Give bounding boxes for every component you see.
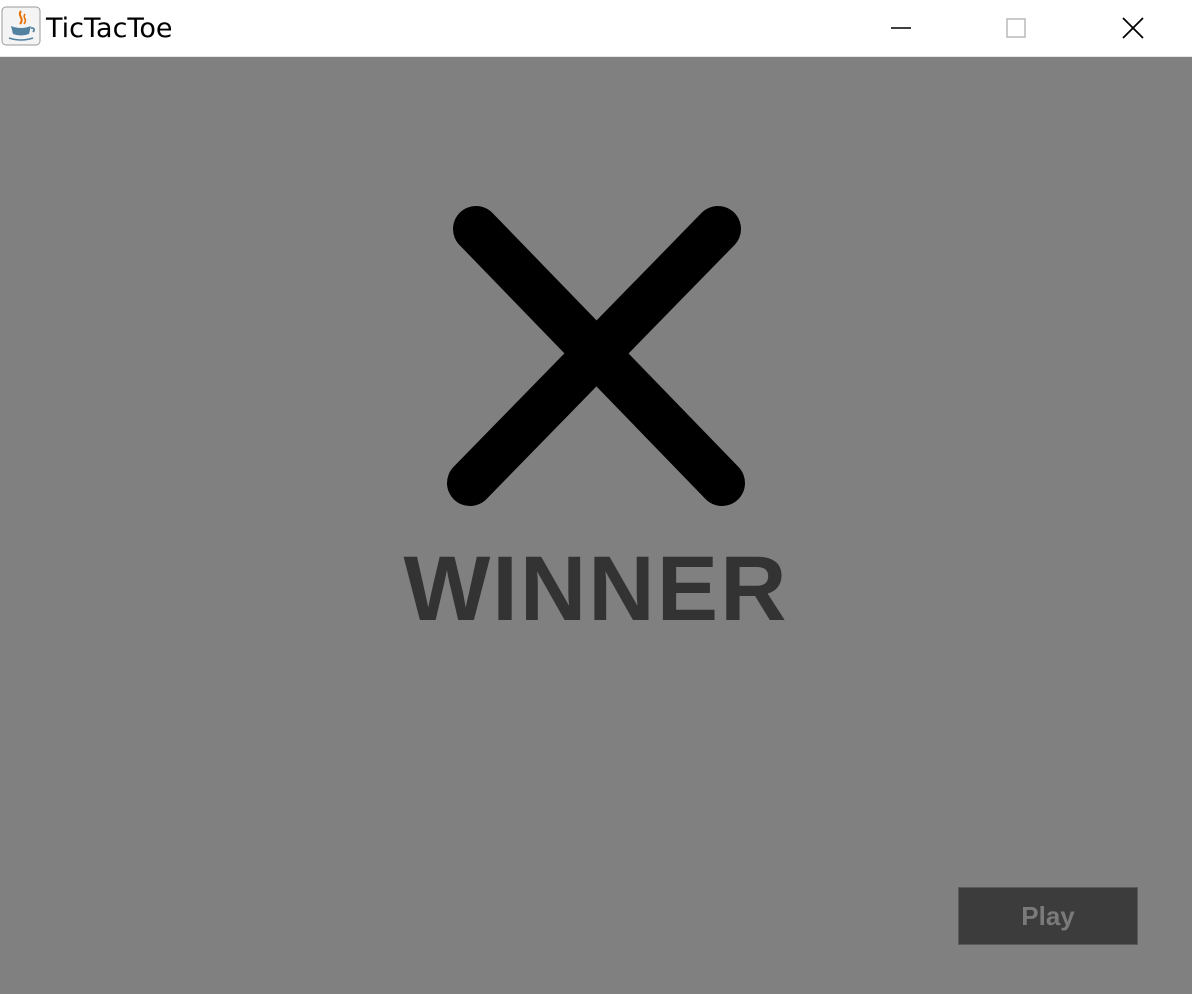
maximize-button[interactable] xyxy=(987,0,1045,56)
game-panel: WINNER Play xyxy=(0,57,1192,994)
close-icon xyxy=(1122,17,1144,39)
minimize-button[interactable] xyxy=(872,0,930,56)
x-icon xyxy=(447,206,745,506)
title-bar[interactable]: TicTacToe xyxy=(0,0,1192,57)
close-button[interactable] xyxy=(1104,0,1162,56)
play-button[interactable]: Play xyxy=(958,887,1138,945)
winner-label: WINNER xyxy=(403,538,789,640)
maximize-icon xyxy=(1006,18,1026,38)
java-cup-icon xyxy=(1,6,41,46)
window-title: TicTacToe xyxy=(46,13,173,44)
app-window: TicTacToe WINNER Play xyxy=(0,0,1192,994)
minimize-icon xyxy=(891,27,911,29)
